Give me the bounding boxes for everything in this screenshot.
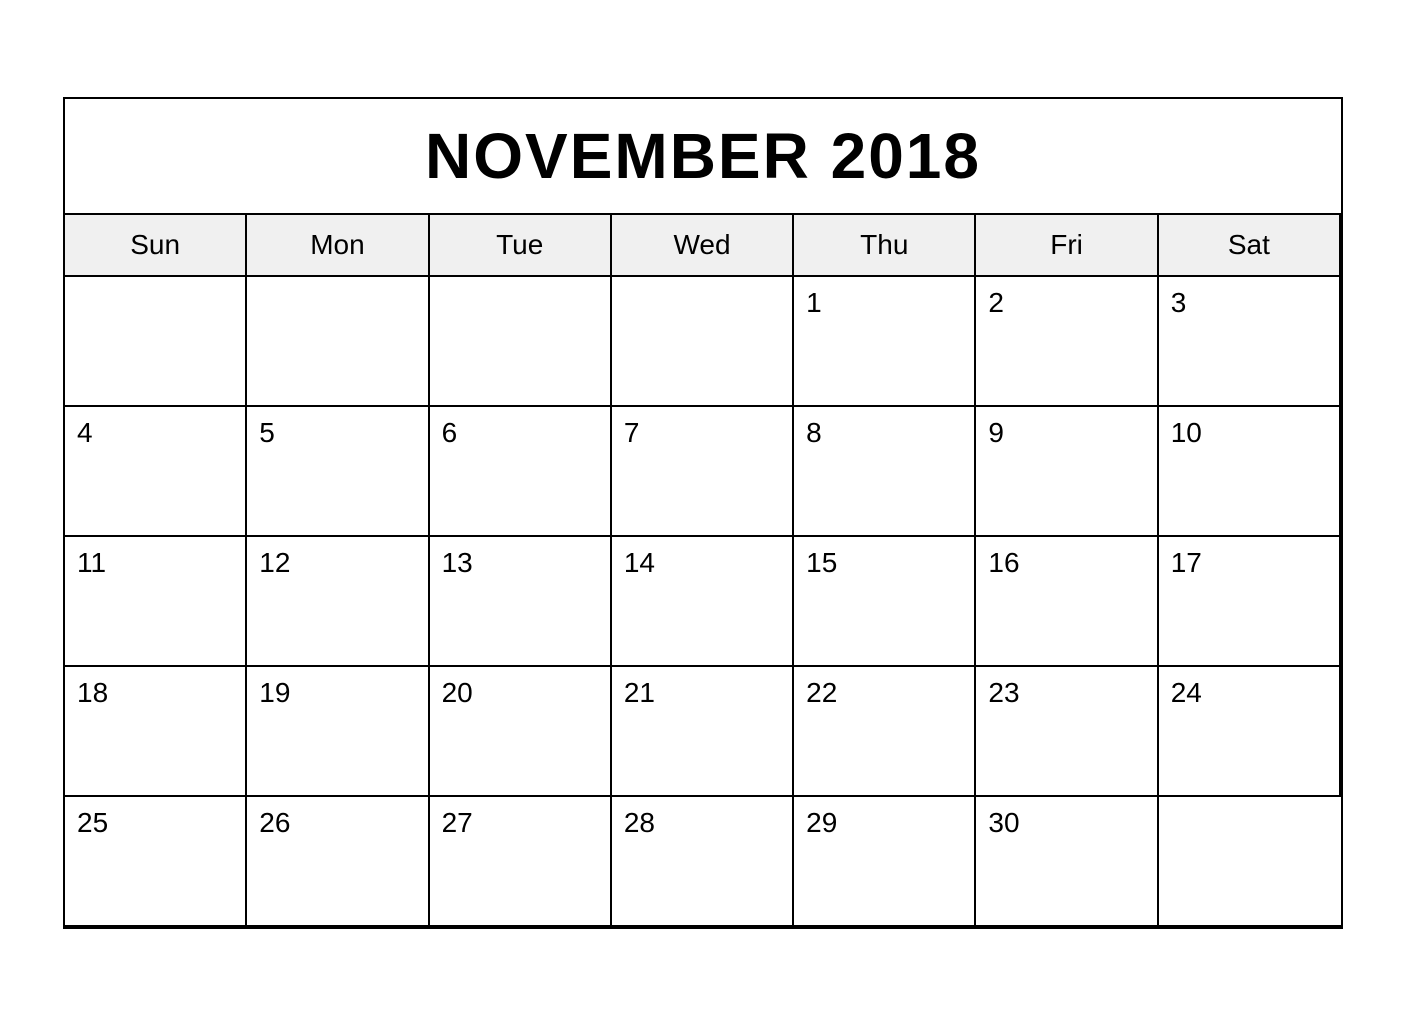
day-cell-21[interactable]: 21 [612, 667, 794, 797]
day-cell-9[interactable]: 9 [976, 407, 1158, 537]
day-cell-29[interactable]: 29 [794, 797, 976, 927]
day-header-mon: Mon [247, 215, 429, 277]
day-cell-7[interactable]: 7 [612, 407, 794, 537]
empty-day-cell[interactable] [247, 277, 429, 407]
day-cell-19[interactable]: 19 [247, 667, 429, 797]
day-cell-30[interactable]: 30 [976, 797, 1158, 927]
calendar-title: NOVEMBER 2018 [65, 99, 1341, 215]
day-cell-3[interactable]: 3 [1159, 277, 1341, 407]
day-cell-23[interactable]: 23 [976, 667, 1158, 797]
empty-day-cell[interactable] [612, 277, 794, 407]
day-cell-12[interactable]: 12 [247, 537, 429, 667]
day-header-tue: Tue [430, 215, 612, 277]
day-header-sat: Sat [1159, 215, 1341, 277]
day-header-thu: Thu [794, 215, 976, 277]
empty-day-cell[interactable] [65, 277, 247, 407]
day-header-wed: Wed [612, 215, 794, 277]
day-cell-13[interactable]: 13 [430, 537, 612, 667]
day-cell-22[interactable]: 22 [794, 667, 976, 797]
day-cell-14[interactable]: 14 [612, 537, 794, 667]
calendar: NOVEMBER 2018 SunMonTueWedThuFriSat12345… [63, 97, 1343, 929]
day-cell-20[interactable]: 20 [430, 667, 612, 797]
day-cell-4[interactable]: 4 [65, 407, 247, 537]
day-cell-11[interactable]: 11 [65, 537, 247, 667]
day-cell-27[interactable]: 27 [430, 797, 612, 927]
day-cell-24[interactable]: 24 [1159, 667, 1341, 797]
day-cell-8[interactable]: 8 [794, 407, 976, 537]
day-cell-17[interactable]: 17 [1159, 537, 1341, 667]
day-cell-5[interactable]: 5 [247, 407, 429, 537]
day-cell-28[interactable]: 28 [612, 797, 794, 927]
day-cell-25[interactable]: 25 [65, 797, 247, 927]
day-cell-15[interactable]: 15 [794, 537, 976, 667]
day-header-sun: Sun [65, 215, 247, 277]
day-cell-26[interactable]: 26 [247, 797, 429, 927]
empty-day-cell[interactable] [430, 277, 612, 407]
day-cell-18[interactable]: 18 [65, 667, 247, 797]
day-cell-6[interactable]: 6 [430, 407, 612, 537]
day-header-fri: Fri [976, 215, 1158, 277]
day-cell-1[interactable]: 1 [794, 277, 976, 407]
empty-day-cell[interactable] [1159, 797, 1341, 927]
day-cell-16[interactable]: 16 [976, 537, 1158, 667]
calendar-grid: SunMonTueWedThuFriSat1234567891011121314… [65, 215, 1341, 927]
day-cell-10[interactable]: 10 [1159, 407, 1341, 537]
day-cell-2[interactable]: 2 [976, 277, 1158, 407]
